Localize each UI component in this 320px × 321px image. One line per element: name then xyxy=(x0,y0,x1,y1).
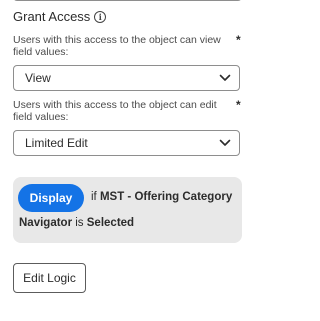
chevron-down-icon xyxy=(219,139,231,146)
edit-logic-button[interactable]: Edit Logic xyxy=(13,263,86,293)
grant-access-title: Grant Access xyxy=(13,9,91,24)
display-action-badge[interactable]: Display xyxy=(18,184,84,212)
rule-field-name-part1: MST - Offering Category xyxy=(99,191,233,203)
edit-access-value: Limited Edit xyxy=(25,136,88,150)
view-access-label: Users with this access to the object can… xyxy=(13,34,221,58)
previous-field-edge xyxy=(13,0,242,1)
rule-condition-line2: Navigator is Selected xyxy=(19,217,134,229)
edit-required-mark: * xyxy=(236,98,241,112)
display-rule-card: Display if MST - Offering Category Navig… xyxy=(13,177,242,243)
info-icon[interactable]: i xyxy=(94,10,107,23)
rule-is-word: is xyxy=(75,217,84,229)
view-access-value: View xyxy=(25,71,51,85)
rule-condition-line1: if MST - Offering Category xyxy=(91,191,232,203)
edit-access-label: Users with this access to the object can… xyxy=(13,99,217,123)
rule-field-name-part2: Navigator xyxy=(19,217,73,229)
rule-if-word: if xyxy=(91,191,97,203)
view-access-select[interactable]: View xyxy=(13,65,240,91)
chevron-down-icon xyxy=(219,74,231,81)
view-required-mark: * xyxy=(236,33,241,47)
grant-access-heading: Grant Access i xyxy=(13,9,107,24)
edit-access-select[interactable]: Limited Edit xyxy=(13,130,240,156)
rule-condition-value: Selected xyxy=(86,217,135,229)
